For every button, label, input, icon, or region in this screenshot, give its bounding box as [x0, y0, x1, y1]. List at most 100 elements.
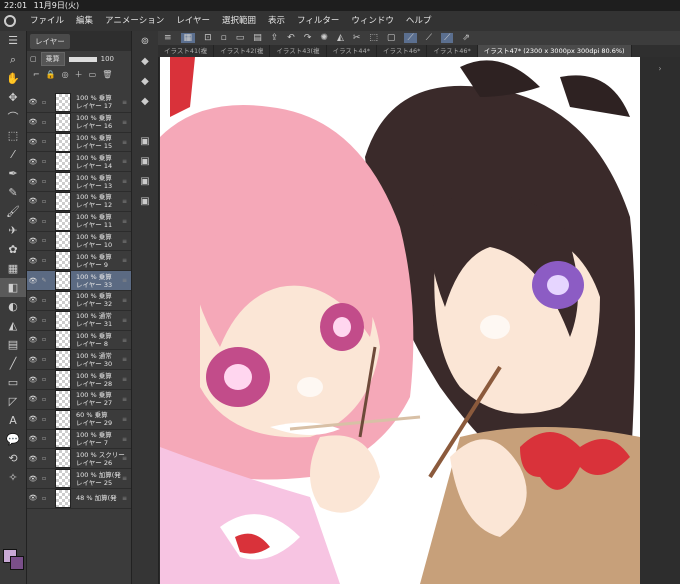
layer-row[interactable]: 👁 ▫ 100 % 加算(発 レイヤー 25 ≡ — [27, 469, 131, 489]
layer-lock-icon[interactable]: ▫ — [39, 435, 49, 442]
layer-tab[interactable]: レイヤー — [30, 33, 70, 49]
visibility-eye-icon[interactable]: 👁 — [27, 415, 39, 423]
document-tab[interactable]: イラスト47* (2300 x 3000px 300dpi 80.6%) — [477, 45, 632, 57]
layer-lock-icon[interactable]: ▫ — [39, 416, 49, 423]
layout-icon[interactable]: ▦ — [180, 33, 196, 43]
texture-icon[interactable]: ▦ — [0, 259, 26, 278]
drag-handle-icon[interactable]: ≡ — [122, 99, 127, 106]
visibility-eye-icon[interactable]: 👁 — [27, 118, 39, 126]
layer-lock-icon[interactable]: ▫ — [39, 198, 49, 205]
visibility-eye-icon[interactable]: 👁 — [27, 138, 39, 146]
frame-icon[interactable]: ▭ — [0, 373, 26, 392]
drag-handle-icon[interactable]: ≡ — [122, 416, 127, 423]
layer-lock-icon[interactable]: ▫ — [39, 356, 49, 363]
visibility-eye-icon[interactable]: 👁 — [27, 316, 39, 324]
lock-icon[interactable]: 🔒 — [46, 70, 56, 79]
layer-row[interactable]: 👁 ▫ 100 % 乗算 レイヤー 10 ≡ — [27, 231, 131, 252]
drag-handle-icon[interactable]: ≡ — [122, 158, 127, 165]
layer-lock-icon[interactable]: ▫ — [39, 455, 49, 462]
layer-lock-icon[interactable]: ▫ — [39, 317, 49, 324]
layer-row[interactable]: 👁 ▫ 100 % 通常 レイヤー 31 ≡ — [27, 310, 131, 331]
drag-handle-icon[interactable]: ≡ — [122, 218, 127, 225]
sub-tool-navigator-icon[interactable]: ▣ — [132, 131, 158, 151]
eyedropper-icon[interactable]: ⁄ — [0, 145, 26, 164]
layer-lock-icon[interactable]: ▫ — [39, 237, 49, 244]
loading-icon[interactable]: ✺ — [320, 33, 328, 43]
blend-icon[interactable]: ◐ — [0, 297, 26, 316]
visibility-eye-icon[interactable]: 👁 — [27, 197, 39, 205]
airbrush-icon[interactable]: ✈ — [0, 221, 26, 240]
layer-row[interactable]: 👁 ▫ 100 % 乗算 レイヤー 11 ≡ — [27, 211, 131, 232]
clear-icon[interactable]: ▢ — [387, 33, 396, 43]
decoration-icon[interactable]: ✿ — [0, 240, 26, 259]
drag-handle-icon[interactable]: ≡ — [122, 119, 127, 126]
sub-tool-zoom-icon[interactable]: ⊚ — [132, 31, 158, 51]
document-tab[interactable]: イラスト43(複 — [270, 45, 327, 57]
visibility-eye-icon[interactable]: 👁 — [27, 475, 39, 483]
visibility-eye-icon[interactable]: 👁 — [27, 257, 39, 265]
app-logo-icon[interactable] — [4, 15, 16, 27]
brush-icon[interactable]: 🖌 — [0, 202, 26, 221]
drag-handle-icon[interactable]: ≡ — [122, 317, 127, 324]
document-tab[interactable]: イラスト46* — [427, 45, 478, 57]
layer-row[interactable]: 👁 ▫ 48 % 加算(発 ≡ — [27, 488, 131, 509]
drag-handle-icon[interactable]: ≡ — [122, 436, 127, 443]
layer-row[interactable]: 👁 ▫ 100 % 乗算 レイヤー 16 ≡ — [27, 112, 131, 133]
layer-row[interactable]: 👁 ▫ 100 % 乗算 レイヤー 9 ≡ — [27, 251, 131, 272]
layer-row[interactable]: 👁 ▫ 100 % 乗算 レイヤー 28 ≡ — [27, 370, 131, 390]
layer-row[interactable]: 👁 ▫ 100 % スクリー レイヤー 26 ≡ — [27, 449, 131, 470]
snap-grid-icon[interactable]: ⟋ — [441, 33, 454, 43]
layer-lock-icon[interactable]: ▫ — [39, 376, 49, 383]
open-icon[interactable]: ▭ — [236, 33, 245, 43]
layer-row[interactable]: 👁 ▫ 100 % 通常 レイヤー 30 ≡ — [27, 350, 131, 371]
blend-mode-select[interactable]: 乗算 — [40, 52, 65, 66]
hand-icon[interactable]: ☰ — [0, 31, 26, 50]
menu-item[interactable]: ウィンドウ — [351, 16, 394, 26]
menu-item[interactable]: 編集 — [76, 16, 93, 26]
menu-item[interactable]: レイヤー — [176, 16, 210, 26]
menu-item[interactable]: ヘルプ — [406, 16, 432, 26]
line-fix-icon[interactable]: ⟲ — [0, 449, 26, 468]
pencil-icon[interactable]: ✎ — [0, 183, 26, 202]
document-tab[interactable]: イラスト46* — [377, 45, 428, 57]
opacity-slider[interactable] — [68, 56, 97, 62]
share-icon[interactable]: ⇗ — [462, 33, 470, 43]
correct-icon[interactable]: ✧ — [0, 468, 26, 487]
save-icon[interactable]: ▤ — [253, 33, 262, 43]
visibility-eye-icon[interactable]: 👁 — [27, 395, 39, 403]
drag-handle-icon[interactable]: ≡ — [122, 337, 127, 344]
cut-icon[interactable]: ✂ — [353, 33, 361, 43]
menu-item[interactable]: ファイル — [30, 16, 64, 26]
sub-color-swatch[interactable] — [10, 556, 24, 570]
sub-tool-fill-icon-2[interactable]: ◆ — [132, 71, 158, 91]
layer-lock-icon[interactable]: ▫ — [39, 138, 49, 145]
ruler-icon[interactable]: ◸ — [0, 392, 26, 411]
visibility-eye-icon[interactable]: 👁 — [27, 435, 39, 443]
layer-row[interactable]: 👁 ▫ 100 % 乗算 レイヤー 27 ≡ — [27, 389, 131, 410]
menu-icon[interactable]: ≡ — [164, 33, 172, 43]
layer-lock-icon[interactable]: ▫ — [39, 218, 49, 225]
opacity-value[interactable]: 100 — [101, 55, 114, 63]
layer-lock-icon[interactable]: ▫ — [39, 119, 49, 126]
visibility-eye-icon[interactable]: 👁 — [27, 376, 39, 384]
fill-bucket-icon[interactable]: ◭ — [337, 33, 344, 43]
new-file-icon[interactable]: ▫ — [221, 33, 227, 43]
document-tab[interactable]: イラスト42(複 — [214, 45, 271, 57]
view-icon[interactable]: ⊡ — [204, 33, 212, 43]
sub-tool-history-icon[interactable]: ▣ — [132, 191, 158, 211]
layer-lock-icon[interactable]: ▫ — [39, 336, 49, 343]
text-icon[interactable]: A — [0, 411, 26, 430]
layer-lock-icon[interactable]: ▫ — [39, 178, 49, 185]
lasso-icon[interactable]: ⌒ — [0, 107, 26, 126]
export-icon[interactable]: ⇪ — [271, 33, 279, 43]
menu-item[interactable]: フィルター — [297, 16, 339, 26]
zoom-icon[interactable]: ⌕ — [0, 50, 26, 69]
document-tab[interactable]: イラスト41(複 — [158, 45, 215, 57]
drag-handle-icon[interactable]: ≡ — [122, 376, 127, 383]
drag-handle-icon[interactable]: ≡ — [122, 356, 127, 363]
drag-handle-icon[interactable]: ≡ — [122, 495, 127, 502]
color-swatches[interactable] — [3, 549, 24, 573]
layer-row[interactable]: 👁 ▫ 100 % 乗算 レイヤー 15 ≡ — [27, 132, 131, 153]
layer-row[interactable]: 👁 ▫ 100 % 乗算 レイヤー 8 ≡ — [27, 330, 131, 351]
layer-row[interactable]: 👁 ▫ 60 % 乗算 レイヤー 29 ≡ — [27, 409, 131, 430]
